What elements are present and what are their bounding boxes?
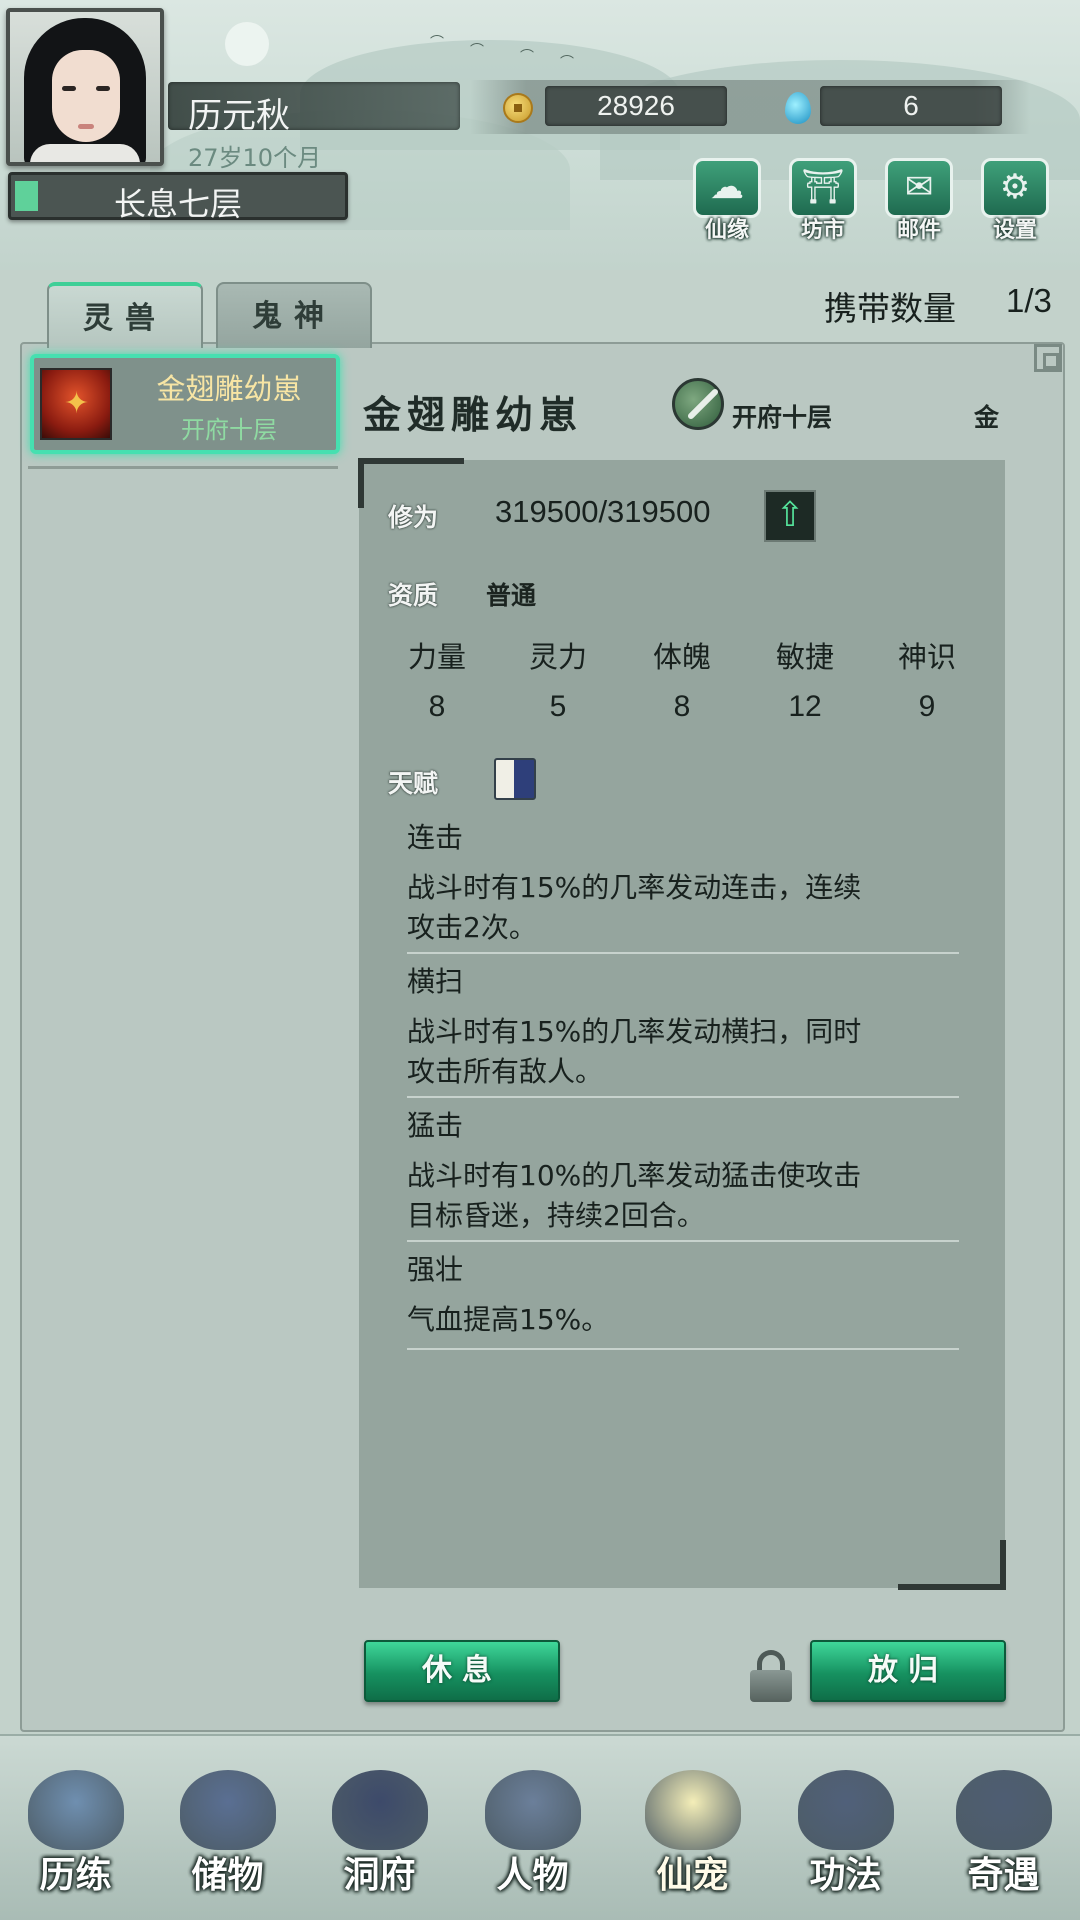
nav-character[interactable]: 人物 xyxy=(465,1770,600,1920)
cloud-icon: ☁ xyxy=(693,158,761,218)
talent-item: 猛击 战斗时有10%的几率发动猛击使攻击目标昏迷，持续2回合。 xyxy=(407,1106,959,1242)
settings-button[interactable]: ⚙ 设置 xyxy=(972,158,1058,248)
stat-strength-label: 力量 xyxy=(407,640,466,674)
player-name: 历元秋 xyxy=(188,96,290,136)
xianyuan-button[interactable]: ☁ 仙缘 xyxy=(684,158,770,248)
bird-icon: ⌒ xyxy=(470,43,484,59)
stat-divine-sense-label: 神识 xyxy=(897,640,956,674)
xiuwei-label: 修为 xyxy=(388,503,439,532)
quality-label: 资质 xyxy=(388,581,439,610)
nav-pet-label: 仙宠 xyxy=(656,1854,729,1896)
stat-spirit-label: 灵力 xyxy=(528,640,587,674)
pet-list-realm: 开府十层 xyxy=(181,416,277,444)
talent-name: 强壮 xyxy=(407,1253,464,1286)
talent-label: 天赋 xyxy=(388,769,439,798)
stat-divine-sense-value: 9 xyxy=(918,690,936,723)
lock-icon[interactable] xyxy=(750,1650,792,1702)
tab-ghost-god[interactable]: 鬼神 xyxy=(216,282,372,348)
bird-icon: ⌒ xyxy=(520,49,534,65)
bird-icon: ⌒ xyxy=(430,35,444,51)
talent-desc: 战斗时有15%的几率发动横扫，同时攻击所有敌人。 xyxy=(407,1015,862,1088)
player-age: 27岁10个月 xyxy=(188,144,322,172)
mountain-icon xyxy=(27,1770,124,1850)
stat-strength-value: 8 xyxy=(428,690,446,723)
coin-amount: 28926 xyxy=(545,86,727,126)
talent-name: 横扫 xyxy=(407,965,464,998)
gem-amount: 6 xyxy=(820,86,1002,126)
nav-skills-label: 功法 xyxy=(809,1854,882,1896)
release-button[interactable]: 放归 xyxy=(810,1640,1006,1702)
player-avatar[interactable] xyxy=(6,8,164,166)
market-label: 坊市 xyxy=(800,217,845,243)
pet-list-item[interactable]: 金翅雕幼崽 开府十层 xyxy=(30,354,340,454)
stat-agility-label: 敏捷 xyxy=(775,640,834,674)
moon-decoration xyxy=(225,22,269,66)
gear-icon: ⚙ xyxy=(981,158,1049,218)
talent-desc: 战斗时有15%的几率发动连击，连续攻击2次。 xyxy=(407,871,862,944)
nav-character-label: 人物 xyxy=(496,1854,569,1896)
settings-label: 设置 xyxy=(992,217,1037,243)
nav-storage-label: 储物 xyxy=(191,1854,264,1896)
market-button[interactable]: ⛩ 坊市 xyxy=(780,158,866,248)
cultivation-rank: 长息七层 xyxy=(113,185,242,223)
pet-list-divider xyxy=(28,466,338,469)
talent-name: 连击 xyxy=(407,821,464,854)
market-icon: ⛩ xyxy=(789,158,857,218)
pet-list-name: 金翅雕幼崽 xyxy=(156,372,302,406)
frame-corner xyxy=(898,1540,1006,1590)
upgrade-arrow-button[interactable]: ⇧ xyxy=(764,490,816,542)
golden-eagle-pet-icon xyxy=(40,368,112,440)
nav-cave[interactable]: 洞府 xyxy=(312,1770,447,1920)
xiuwei-value: 319500/319500 xyxy=(495,494,711,529)
bird-icon: ⌒ xyxy=(560,55,574,71)
stat-agility-value: 12 xyxy=(788,690,822,723)
rest-button[interactable]: 休息 xyxy=(364,1640,560,1702)
mail-icon: ✉ xyxy=(885,158,953,218)
quality-value: 普通 xyxy=(486,581,537,610)
scroll-icon xyxy=(797,1770,894,1850)
stat-physique-label: 体魄 xyxy=(652,640,711,674)
nav-training-label: 历练 xyxy=(39,1854,112,1896)
talent-book-icon[interactable] xyxy=(494,758,536,800)
tab-spirit-beast[interactable]: 灵兽 xyxy=(47,282,203,348)
xianyuan-label: 仙缘 xyxy=(704,217,749,243)
pet-element: 金 xyxy=(974,403,1000,432)
talent-item: 强壮 气血提高15%。 xyxy=(407,1250,959,1350)
knot-ornament xyxy=(1034,344,1062,372)
talent-desc: 战斗时有10%的几率发动猛击使攻击目标昏迷，持续2回合。 xyxy=(407,1159,862,1232)
nav-cave-label: 洞府 xyxy=(343,1854,416,1896)
person-icon xyxy=(484,1770,581,1850)
mail-button[interactable]: ✉ 邮件 xyxy=(876,158,962,248)
spirit-stone-icon xyxy=(785,92,811,124)
carry-count-label: 携带数量 xyxy=(824,289,956,328)
nav-adventure-label: 奇遇 xyxy=(967,1854,1040,1896)
pet-detail-name: 金翅雕幼崽 xyxy=(363,392,584,437)
mail-label: 邮件 xyxy=(896,217,941,243)
player-name-bar: 历元秋 xyxy=(168,82,460,136)
talent-desc: 气血提高15%。 xyxy=(407,1303,610,1336)
nav-adventure[interactable]: 奇遇 xyxy=(936,1770,1071,1920)
talent-item: 连击 战斗时有15%的几率发动连击，连续攻击2次。 xyxy=(407,818,959,954)
nav-pet[interactable]: 仙宠 xyxy=(625,1770,760,1920)
talent-name: 猛击 xyxy=(407,1109,464,1142)
talent-item: 横扫 战斗时有15%的几率发动横扫，同时攻击所有敌人。 xyxy=(407,962,959,1098)
stat-spirit-value: 5 xyxy=(549,690,567,723)
nav-storage[interactable]: 储物 xyxy=(160,1770,295,1920)
nav-skills[interactable]: 功法 xyxy=(778,1770,913,1920)
cultivation-rank-bar: 长息七层 xyxy=(8,172,348,223)
feather-icon xyxy=(955,1770,1052,1850)
nav-training[interactable]: 历练 xyxy=(8,1770,143,1920)
pagoda-icon xyxy=(331,1770,428,1850)
stat-physique-value: 8 xyxy=(673,690,691,723)
pet-detail-realm: 开府十层 xyxy=(732,403,833,432)
rename-brush-icon[interactable] xyxy=(672,378,724,430)
carry-count-value: 1/3 xyxy=(1006,282,1052,319)
coin-icon xyxy=(503,93,533,123)
spirit-pet-icon xyxy=(644,1770,741,1850)
bag-icon xyxy=(179,1770,276,1850)
